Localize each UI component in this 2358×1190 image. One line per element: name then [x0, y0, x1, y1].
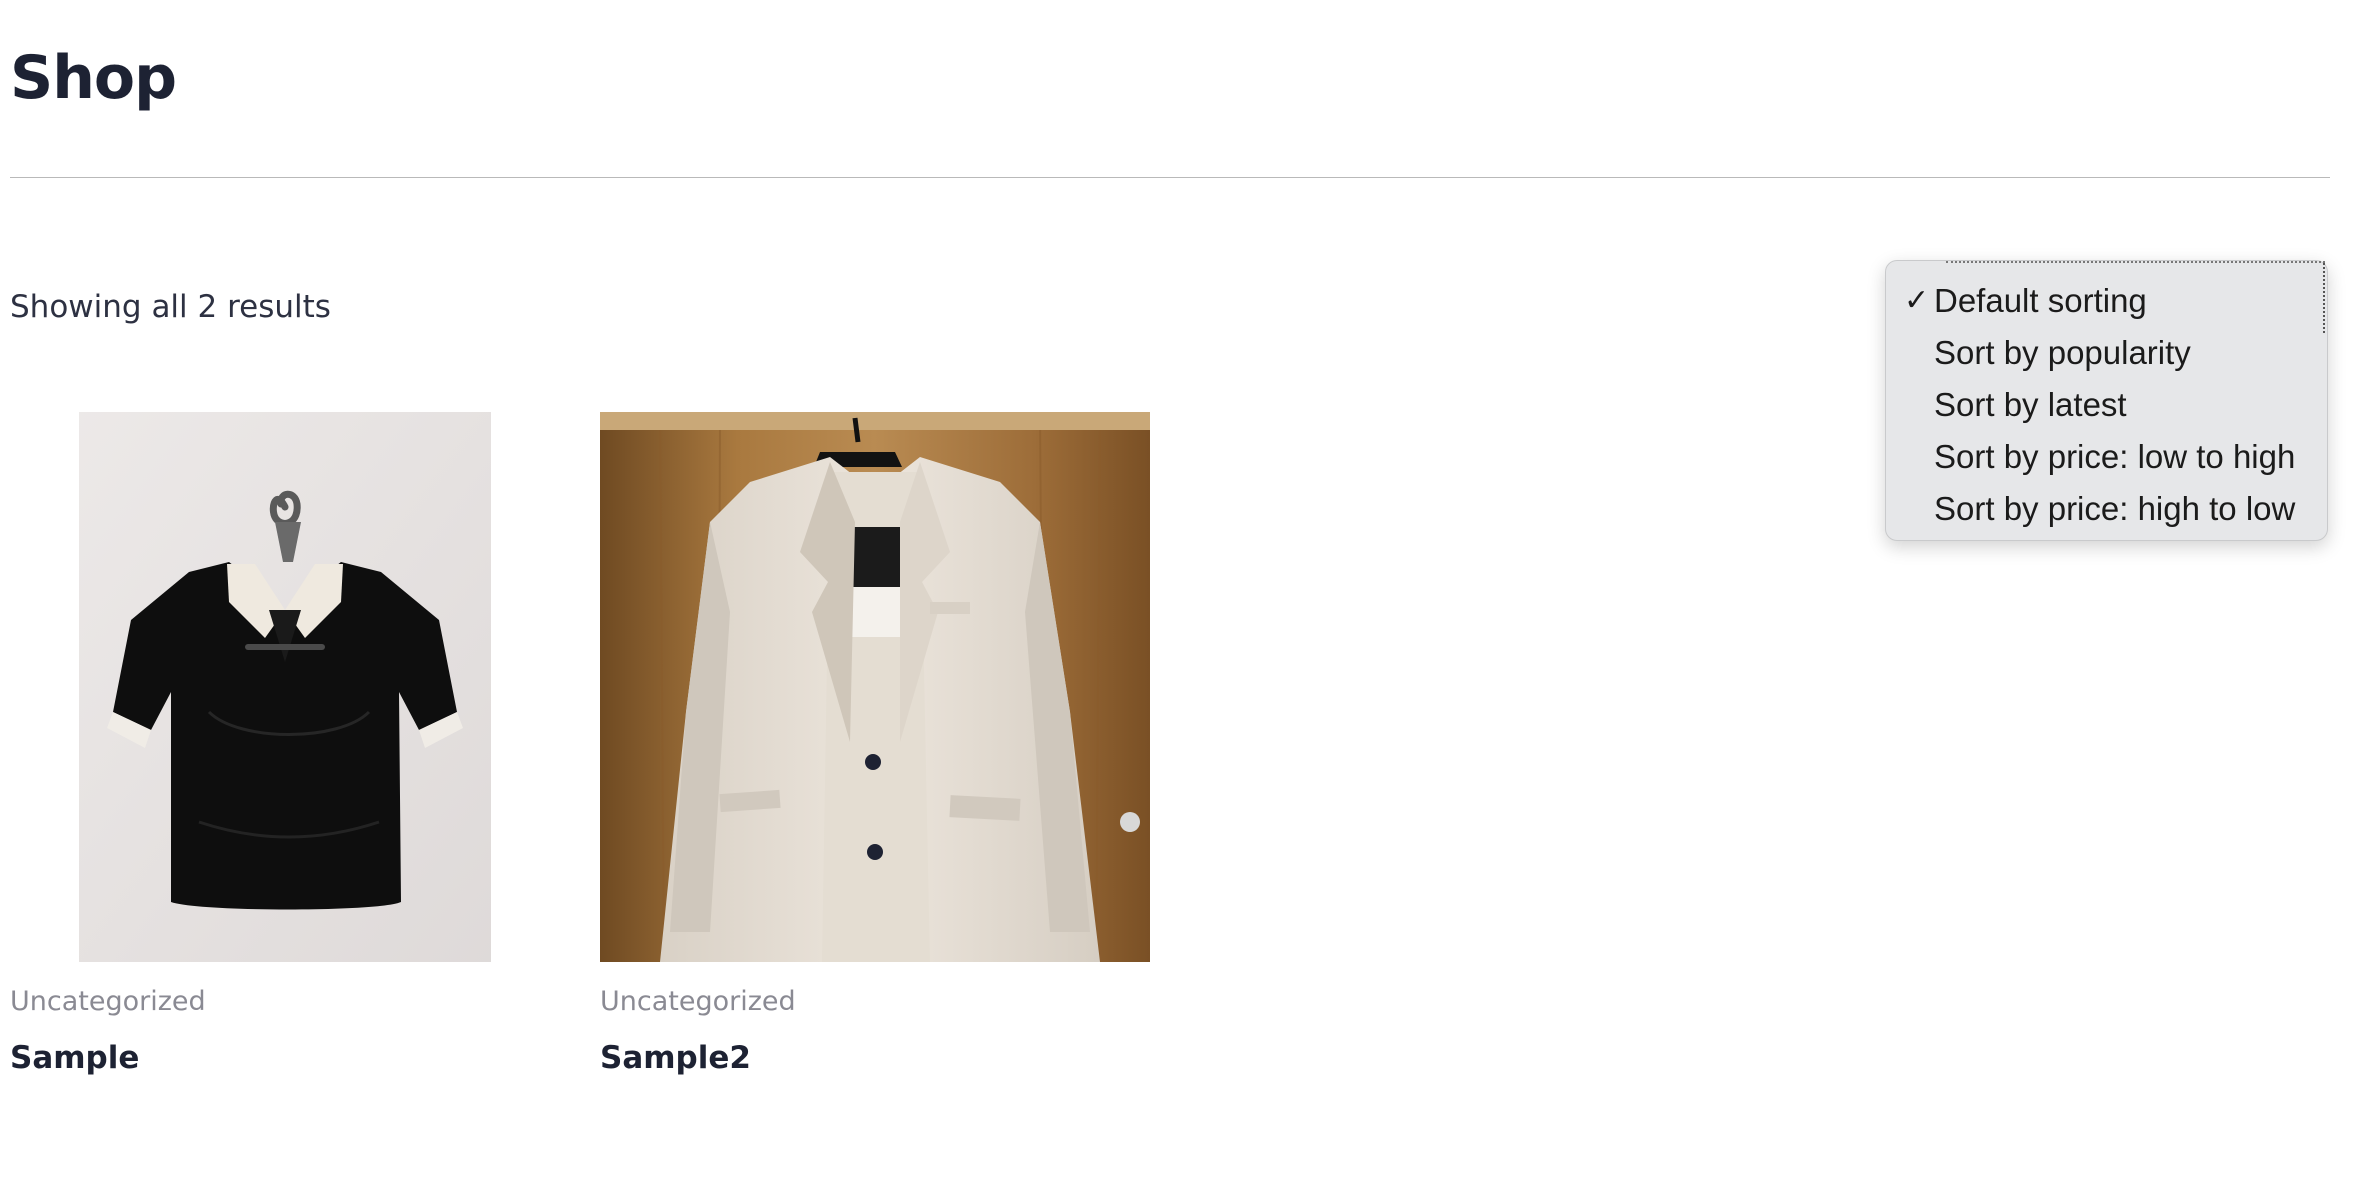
- sort-option-popularity[interactable]: Sort by popularity: [1886, 327, 2327, 379]
- product-title-link[interactable]: Sample: [10, 1036, 139, 1080]
- sort-option-label: Sort by latest: [1934, 386, 2127, 423]
- black-shirt-image: [79, 412, 491, 962]
- sort-option-label: Sort by price: high to low: [1934, 490, 2296, 527]
- product-image-link[interactable]: [600, 412, 1150, 962]
- product-card: Uncategorized Sample: [10, 412, 550, 1076]
- focus-outline: [1946, 261, 2325, 263]
- page-title: Shop: [10, 43, 177, 113]
- checkmark-icon: ✓: [1904, 284, 1930, 317]
- product-category[interactable]: Uncategorized: [10, 982, 206, 1022]
- product-image-link[interactable]: [79, 412, 491, 962]
- result-count: Showing all 2 results: [10, 289, 331, 325]
- product-category[interactable]: Uncategorized: [600, 982, 796, 1022]
- cream-blazer-image: [600, 412, 1150, 962]
- sort-option-default[interactable]: ✓ Default sorting: [1886, 275, 2327, 327]
- sort-option-label: Sort by popularity: [1934, 334, 2191, 371]
- product-card: Uncategorized Sample2: [600, 412, 1160, 1076]
- sort-option-price-low-high[interactable]: Sort by price: low to high: [1886, 431, 2327, 483]
- shop-page: Shop Showing all 2 results ✓ Default sor…: [0, 0, 2358, 1190]
- sort-dropdown-menu[interactable]: ✓ Default sorting Sort by popularity Sor…: [1885, 260, 2328, 541]
- sort-option-latest[interactable]: Sort by latest: [1886, 379, 2327, 431]
- sort-option-label: Default sorting: [1934, 282, 2147, 319]
- sort-option-label: Sort by price: low to high: [1934, 438, 2296, 475]
- sort-option-price-high-low[interactable]: Sort by price: high to low: [1886, 483, 2327, 535]
- product-title-link[interactable]: Sample2: [600, 1036, 751, 1080]
- title-divider: [10, 177, 2330, 178]
